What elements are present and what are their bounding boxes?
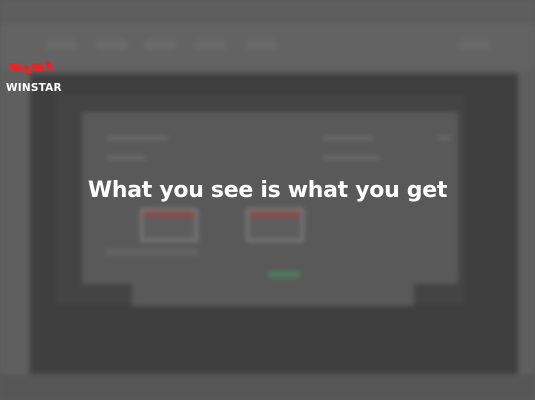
winstar-mark-icon	[8, 61, 54, 73]
right-panel	[518, 70, 535, 400]
toolbar-item	[146, 40, 176, 50]
dialog-preview-box	[246, 208, 304, 242]
dialog-text-line	[106, 136, 168, 140]
dialog-text-line	[106, 156, 146, 160]
toolbar-item	[46, 40, 76, 50]
dialog-text-line	[438, 136, 450, 140]
left-panel	[0, 70, 30, 400]
app-status-bar	[0, 374, 535, 400]
brand-name: WINSTAR	[6, 82, 62, 94]
dialog-footer	[132, 284, 414, 306]
toolbar-item	[246, 40, 276, 50]
dialog-preview-box	[140, 208, 198, 242]
dialog-confirm-button	[268, 271, 300, 278]
video-frame: WINSTAR What you see is what you get	[0, 0, 535, 400]
toolbar-item	[196, 40, 226, 50]
toolbar-item	[460, 40, 490, 50]
dialog-text-line	[322, 156, 380, 160]
dialog-text-line	[322, 136, 374, 140]
winstar-logo: WINSTAR	[6, 60, 64, 96]
overlay-headline: What you see is what you get	[87, 178, 448, 203]
dialog-text-line	[106, 250, 198, 254]
toolbar-item	[96, 40, 126, 50]
app-title-bar	[0, 0, 535, 24]
